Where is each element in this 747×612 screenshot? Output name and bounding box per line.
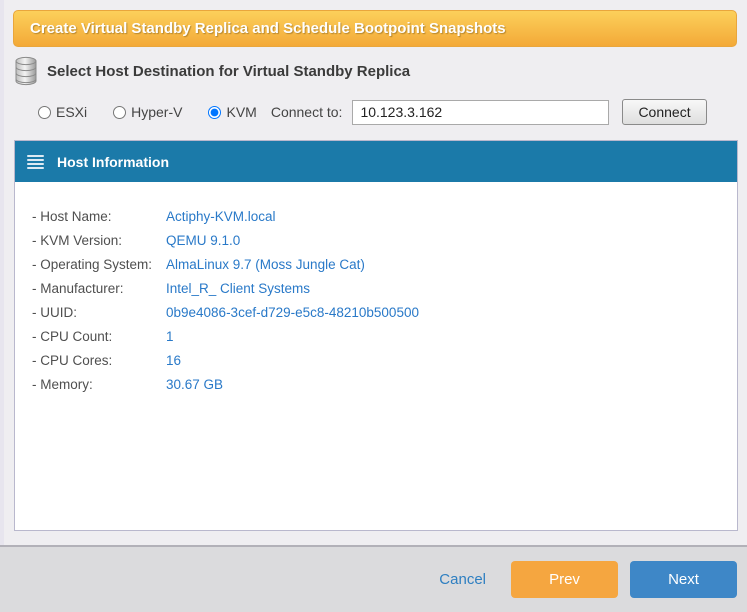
host-information-header: Host Information	[15, 141, 737, 182]
next-button[interactable]: Next	[630, 561, 737, 598]
info-label: - Host Name:	[32, 209, 166, 224]
info-row-memory: - Memory: 30.67 GB	[32, 372, 737, 396]
radio-esxi-label: ESXi	[56, 104, 87, 120]
info-label: - UUID:	[32, 305, 166, 320]
info-value: 0b9e4086-3cef-d729-e5c8-48210b500500	[166, 305, 419, 320]
wizard-title-banner: Create Virtual Standby Replica and Sched…	[13, 10, 737, 47]
info-row-cpu-cores: - CPU Cores: 16	[32, 348, 737, 372]
info-label: - CPU Cores:	[32, 353, 166, 368]
info-row-operating-system: - Operating System: AlmaLinux 9.7 (Moss …	[32, 252, 737, 276]
menu-icon	[27, 155, 44, 169]
wizard-footer: Cancel Prev Next	[0, 545, 747, 612]
section-header: Select Host Destination for Virtual Stan…	[14, 56, 410, 86]
hypervisor-connect-row: ESXi Hyper-V KVM Connect to: Connect	[38, 99, 707, 125]
info-value: AlmaLinux 9.7 (Moss Jungle Cat)	[166, 257, 365, 272]
radio-kvm-label: KVM	[226, 104, 256, 120]
radio-kvm[interactable]: KVM	[208, 104, 256, 120]
info-value: Actiphy-KVM.local	[166, 209, 276, 224]
host-info-list: - Host Name: Actiphy-KVM.local - KVM Ver…	[15, 182, 737, 396]
info-row-host-name: - Host Name: Actiphy-KVM.local	[32, 204, 737, 228]
info-value: 30.67 GB	[166, 377, 223, 392]
radio-kvm-input[interactable]	[208, 106, 221, 119]
radio-esxi-input[interactable]	[38, 106, 51, 119]
connect-button[interactable]: Connect	[622, 99, 706, 125]
cancel-link[interactable]: Cancel	[439, 571, 486, 588]
info-row-manufacturer: - Manufacturer: Intel_R_ Client Systems	[32, 276, 737, 300]
host-information-panel: Host Information - Host Name: Actiphy-KV…	[14, 140, 738, 531]
radio-hyperv-label: Hyper-V	[131, 104, 182, 120]
info-value: QEMU 9.1.0	[166, 233, 240, 248]
info-value: 1	[166, 329, 174, 344]
database-icon	[14, 56, 38, 86]
info-label: - KVM Version:	[32, 233, 166, 248]
radio-hyperv[interactable]: Hyper-V	[113, 104, 182, 120]
info-row-kvm-version: - KVM Version: QEMU 9.1.0	[32, 228, 737, 252]
host-information-title: Host Information	[57, 154, 169, 170]
connect-address-input[interactable]	[352, 100, 609, 125]
info-row-uuid: - UUID: 0b9e4086-3cef-d729-e5c8-48210b50…	[32, 300, 737, 324]
info-label: - CPU Count:	[32, 329, 166, 344]
section-title: Select Host Destination for Virtual Stan…	[47, 63, 410, 80]
info-label: - Manufacturer:	[32, 281, 166, 296]
radio-hyperv-input[interactable]	[113, 106, 126, 119]
radio-esxi[interactable]: ESXi	[38, 104, 87, 120]
info-label: - Memory:	[32, 377, 166, 392]
prev-button[interactable]: Prev	[511, 561, 618, 598]
info-value: Intel_R_ Client Systems	[166, 281, 310, 296]
info-row-cpu-count: - CPU Count: 1	[32, 324, 737, 348]
info-label: - Operating System:	[32, 257, 166, 272]
info-value: 16	[166, 353, 181, 368]
connect-to-label: Connect to:	[271, 104, 343, 120]
